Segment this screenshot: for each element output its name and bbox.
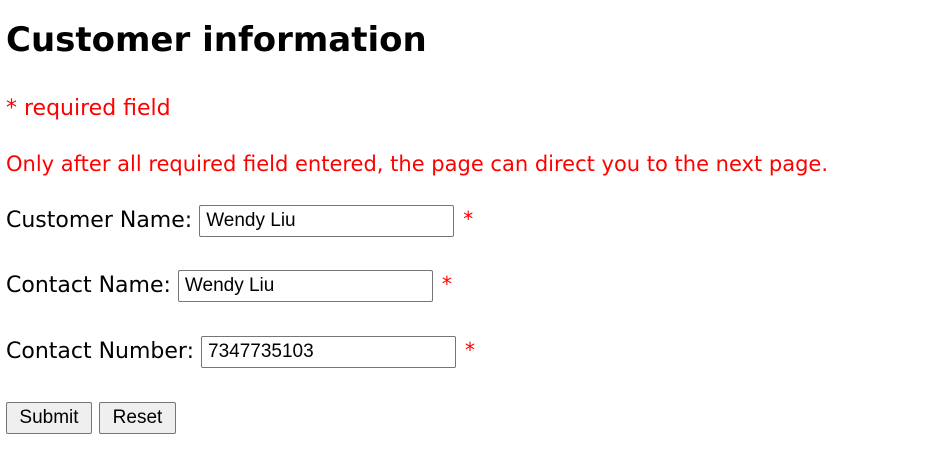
contact-name-input[interactable] [177,270,433,302]
reset-button[interactable]: Reset [99,402,176,434]
required-asterisk: * [441,272,452,296]
required-asterisk: * [465,338,475,362]
submit-button[interactable]: Submit [6,402,92,434]
contact-number-row: Contact Number: * [6,336,475,368]
form-buttons: Submit Reset [6,402,176,434]
contact-number-input[interactable] [201,336,456,368]
contact-name-label: Contact Name: [6,273,171,298]
customer-name-input[interactable] [199,205,455,237]
customer-information-page: Customer information * required field On… [6,0,942,454]
contact-number-label: Contact Number: [6,339,194,364]
contact-name-row: Contact Name: * [6,270,452,302]
customer-name-label: Customer Name: [6,208,193,233]
instruction-text: Only after all required field entered, t… [6,152,829,176]
page-title: Customer information [6,20,427,60]
required-asterisk: * [463,207,474,231]
customer-name-row: Customer Name: * [6,205,473,237]
required-field-note: * required field [6,96,171,121]
